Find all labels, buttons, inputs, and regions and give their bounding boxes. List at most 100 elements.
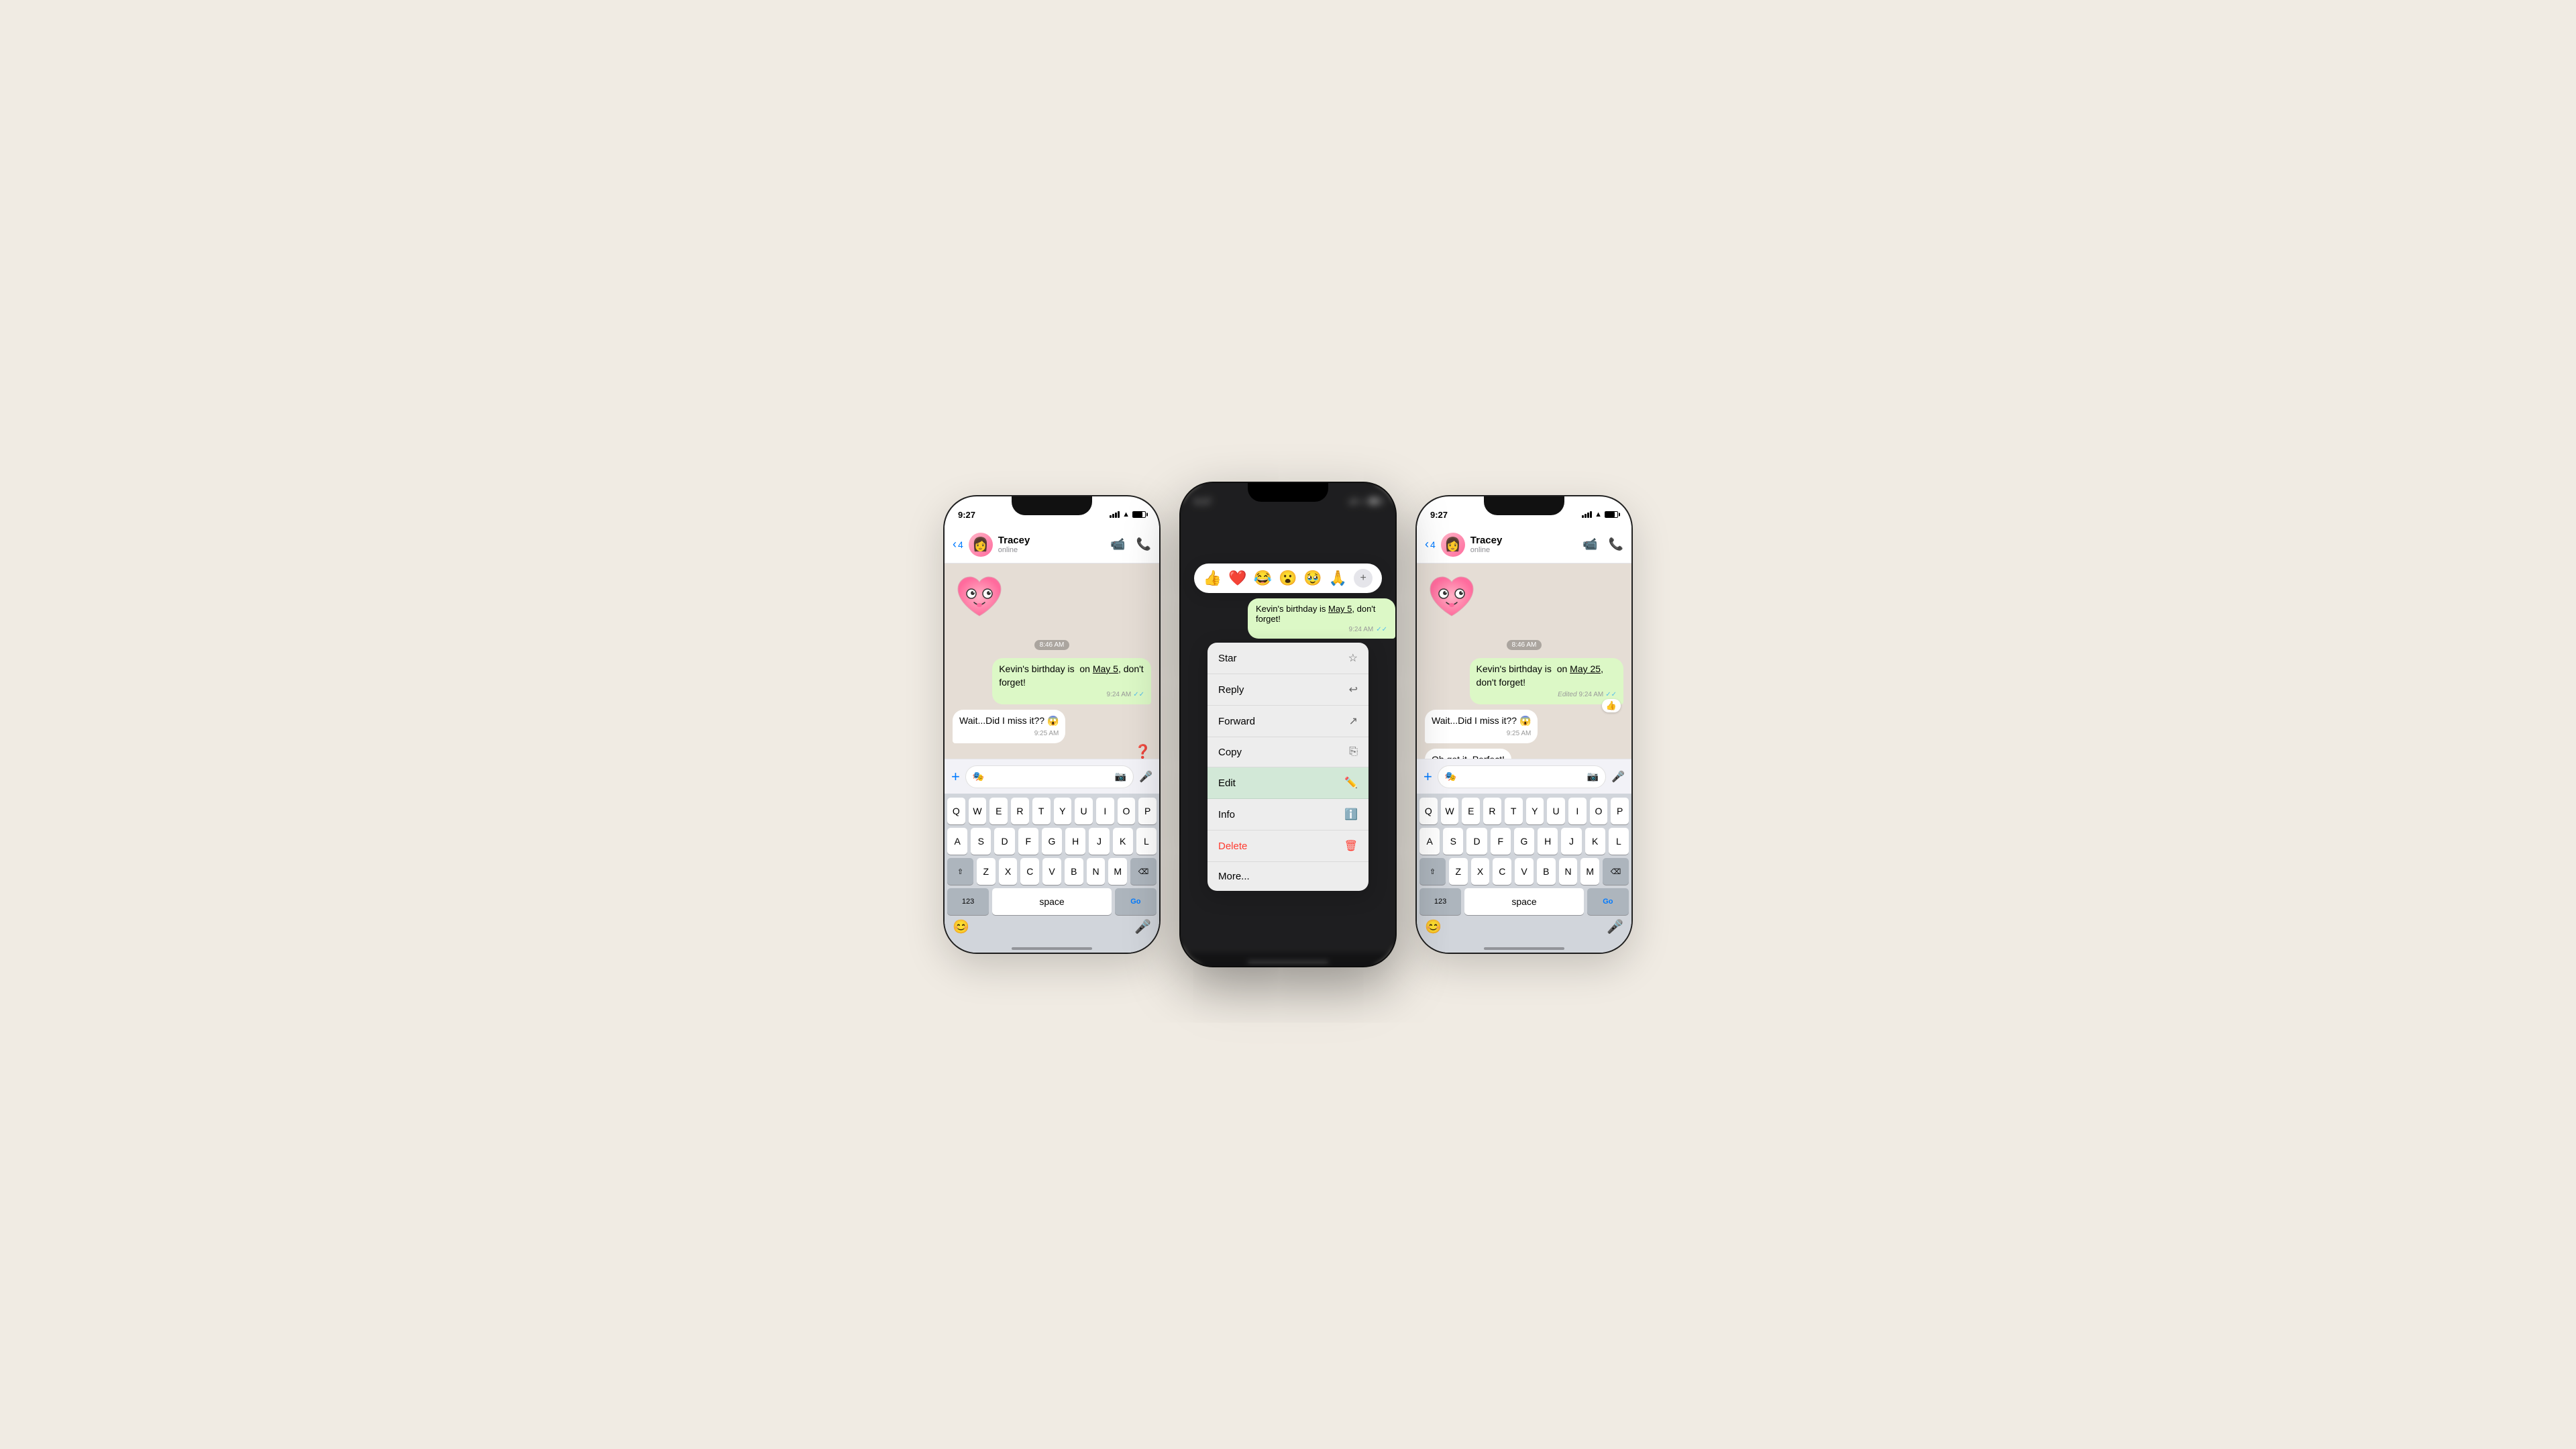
- key-n3[interactable]: N: [1559, 858, 1578, 885]
- key-z[interactable]: Z: [977, 858, 996, 885]
- reaction-pray[interactable]: 🙏: [1329, 570, 1347, 587]
- key-m3[interactable]: M: [1580, 858, 1599, 885]
- key-w3[interactable]: W: [1441, 798, 1459, 824]
- key-c[interactable]: C: [1020, 858, 1039, 885]
- mic-icon-3[interactable]: 🎤: [1611, 770, 1625, 784]
- ctx-info[interactable]: Info ℹ️: [1208, 799, 1368, 830]
- key-f3[interactable]: F: [1491, 828, 1511, 855]
- key-l[interactable]: L: [1136, 828, 1157, 855]
- contact-status-1: online: [998, 546, 1105, 554]
- backspace-key-1[interactable]: ⌫: [1130, 858, 1157, 885]
- key-x[interactable]: X: [999, 858, 1018, 885]
- reaction-plus[interactable]: +: [1354, 569, 1373, 588]
- key-r3[interactable]: R: [1483, 798, 1501, 824]
- space-key-3[interactable]: space: [1464, 888, 1584, 915]
- star-icon: ☆: [1348, 651, 1358, 665]
- space-key-1[interactable]: space: [992, 888, 1112, 915]
- key-d[interactable]: D: [994, 828, 1014, 855]
- key-y[interactable]: Y: [1054, 798, 1072, 824]
- key-m[interactable]: M: [1108, 858, 1127, 885]
- key-e3[interactable]: E: [1462, 798, 1480, 824]
- key-v[interactable]: V: [1042, 858, 1061, 885]
- key-n[interactable]: N: [1087, 858, 1106, 885]
- emoji-key-3[interactable]: 😊: [1425, 918, 1442, 935]
- go-key-3[interactable]: Go: [1587, 888, 1629, 915]
- key-t[interactable]: T: [1032, 798, 1051, 824]
- key-f[interactable]: F: [1018, 828, 1038, 855]
- shift-key-1[interactable]: ⇧: [947, 858, 973, 885]
- ctx-forward[interactable]: Forward ↗: [1208, 706, 1368, 737]
- call-icon-3[interactable]: 📞: [1609, 537, 1623, 551]
- key-k[interactable]: K: [1113, 828, 1133, 855]
- sticker-svg-1: [953, 570, 1006, 624]
- key-i3[interactable]: I: [1568, 798, 1587, 824]
- mic-key-1[interactable]: 🎤: [1134, 918, 1151, 935]
- input-field-1[interactable]: 🎭 📷: [965, 765, 1134, 788]
- key-x3[interactable]: X: [1471, 858, 1490, 885]
- ctx-reply[interactable]: Reply ↩: [1208, 674, 1368, 706]
- back-button-1[interactable]: ‹ 4: [953, 537, 963, 551]
- ctx-edit[interactable]: Edit ✏️: [1208, 767, 1368, 799]
- key-a[interactable]: A: [947, 828, 967, 855]
- reaction-thumbsup[interactable]: 👍: [1203, 570, 1222, 587]
- mic-key-3[interactable]: 🎤: [1607, 918, 1623, 935]
- camera-icon-1: 📷: [1115, 771, 1126, 782]
- key-r[interactable]: R: [1011, 798, 1029, 824]
- key-y3[interactable]: Y: [1526, 798, 1544, 824]
- key-o[interactable]: O: [1118, 798, 1136, 824]
- ctx-delete[interactable]: Delete 🗑: [1208, 830, 1368, 862]
- key-o3[interactable]: O: [1590, 798, 1608, 824]
- emoji-key-1[interactable]: 😊: [953, 918, 969, 935]
- video-icon-1[interactable]: 📹: [1110, 537, 1125, 551]
- plus-button-3[interactable]: +: [1424, 768, 1432, 786]
- num-key-3[interactable]: 123: [1419, 888, 1461, 915]
- key-s3[interactable]: S: [1443, 828, 1463, 855]
- ctx-more[interactable]: More...: [1208, 862, 1368, 891]
- mic-icon-1[interactable]: 🎤: [1139, 770, 1152, 784]
- key-h[interactable]: H: [1065, 828, 1085, 855]
- key-q3[interactable]: Q: [1419, 798, 1438, 824]
- key-s[interactable]: S: [971, 828, 991, 855]
- backspace-key-3[interactable]: ⌫: [1603, 858, 1629, 885]
- reaction-wow[interactable]: 😮: [1279, 570, 1297, 587]
- key-e[interactable]: E: [989, 798, 1008, 824]
- key-c3[interactable]: C: [1493, 858, 1511, 885]
- reaction-cry[interactable]: 🥹: [1303, 570, 1322, 587]
- key-g[interactable]: G: [1042, 828, 1062, 855]
- reaction-laugh[interactable]: 😂: [1254, 570, 1272, 587]
- key-q[interactable]: Q: [947, 798, 965, 824]
- shift-key-3[interactable]: ⇧: [1419, 858, 1446, 885]
- go-key-1[interactable]: Go: [1115, 888, 1157, 915]
- input-field-3[interactable]: 🎭 📷: [1438, 765, 1606, 788]
- key-a3[interactable]: A: [1419, 828, 1440, 855]
- key-j3[interactable]: J: [1561, 828, 1581, 855]
- call-icon-1[interactable]: 📞: [1136, 537, 1151, 551]
- key-p3[interactable]: P: [1611, 798, 1629, 824]
- num-key-1[interactable]: 123: [947, 888, 989, 915]
- video-icon-3[interactable]: 📹: [1582, 537, 1597, 551]
- key-h3[interactable]: H: [1538, 828, 1558, 855]
- key-l3[interactable]: L: [1609, 828, 1629, 855]
- key-t3[interactable]: T: [1505, 798, 1523, 824]
- plus-button-1[interactable]: +: [951, 768, 960, 786]
- ctx-copy[interactable]: Copy ⎘: [1208, 737, 1368, 767]
- reaction-heart[interactable]: ❤️: [1228, 570, 1246, 587]
- back-button-3[interactable]: ‹ 4: [1425, 537, 1436, 551]
- key-b[interactable]: B: [1065, 858, 1083, 885]
- ctx-star[interactable]: Star ☆: [1208, 643, 1368, 674]
- bubble-meta-r3a: 9:25 AM: [1432, 729, 1531, 739]
- key-p[interactable]: P: [1138, 798, 1157, 824]
- key-b3[interactable]: B: [1537, 858, 1556, 885]
- key-d3[interactable]: D: [1466, 828, 1487, 855]
- key-w[interactable]: W: [969, 798, 987, 824]
- key-j[interactable]: J: [1089, 828, 1109, 855]
- key-g3[interactable]: G: [1514, 828, 1534, 855]
- key-i[interactable]: I: [1096, 798, 1114, 824]
- key-u3[interactable]: U: [1547, 798, 1565, 824]
- key-v3[interactable]: V: [1515, 858, 1534, 885]
- key-z3[interactable]: Z: [1449, 858, 1468, 885]
- key-row-emoji-3: 😊 🎤: [1419, 918, 1629, 935]
- key-row-q-3: Q W E R T Y U I O P: [1419, 798, 1629, 824]
- key-k3[interactable]: K: [1585, 828, 1605, 855]
- key-u[interactable]: U: [1075, 798, 1093, 824]
